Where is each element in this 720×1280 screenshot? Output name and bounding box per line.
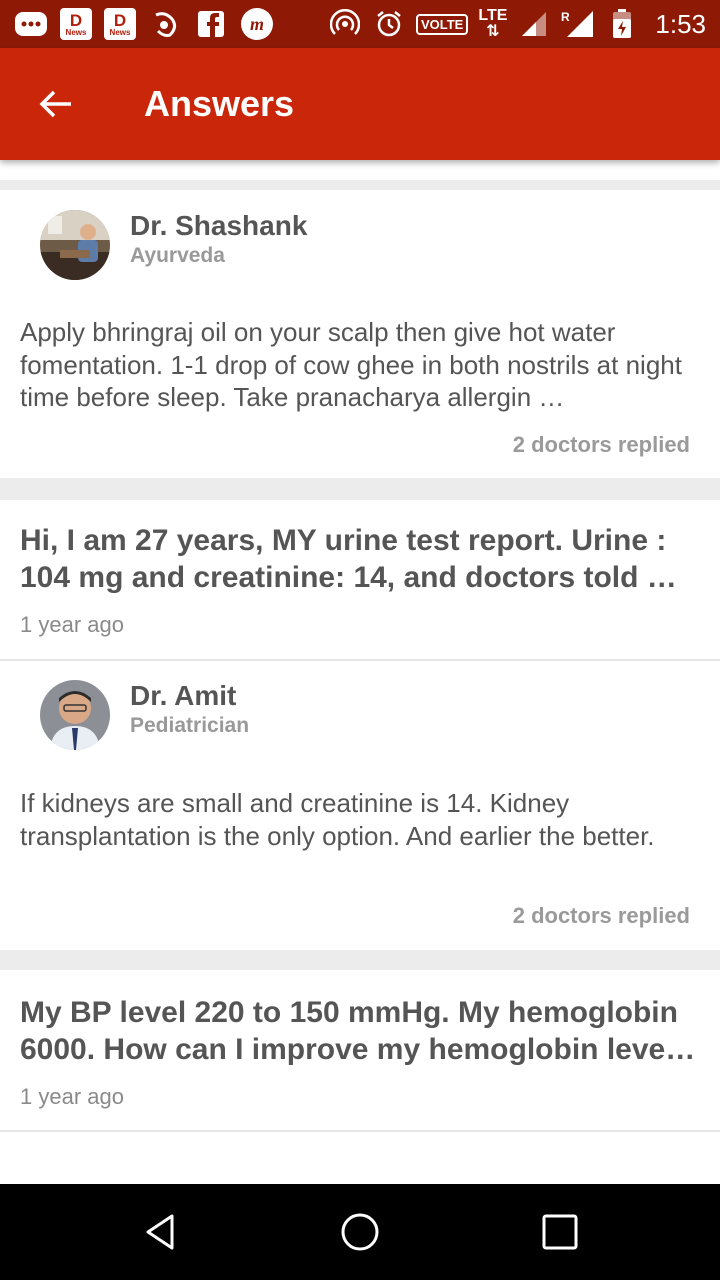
- hotspot-icon: [328, 7, 362, 41]
- messenger-m-icon: m: [240, 7, 274, 41]
- question-time: 1 year ago: [20, 1084, 124, 1109]
- question-card[interactable]: My BP level 220 to 150 mmHg. My hemoglob…: [0, 970, 720, 1184]
- question-card[interactable]: Hi, I am 27 years, MY urine test report.…: [0, 500, 720, 950]
- nav-recents-button[interactable]: [536, 1208, 584, 1256]
- triangle-back-icon: [146, 1214, 174, 1250]
- battery-icon: [605, 7, 639, 41]
- news-app-icon-2: D News: [104, 8, 136, 40]
- svg-text:m: m: [250, 14, 264, 34]
- doctor-name: Dr. Amit: [130, 680, 237, 711]
- answer-card[interactable]: Dr. Shashank Ayurveda Apply bhringraj oi…: [0, 190, 720, 478]
- volte-badge: VOLTE: [415, 13, 469, 35]
- uc-browser-icon: [148, 7, 182, 41]
- doctor-name: Dr. Shashank: [130, 210, 308, 241]
- lte-indicator: LTE ⇅: [478, 7, 508, 40]
- divider: [0, 659, 720, 661]
- app-bar: Answers: [0, 48, 720, 160]
- doctor-avatar: [40, 210, 110, 280]
- doctors-replied-count: 2 doctors replied: [512, 903, 690, 928]
- question-text[interactable]: Hi, I am 27 years, MY urine test report.…: [20, 522, 700, 596]
- doctor-avatar: [40, 680, 110, 750]
- clock: 1:53: [655, 8, 706, 39]
- divider: [0, 1130, 720, 1132]
- facebook-icon: [194, 7, 228, 41]
- doctor-specialty: Ayurveda: [130, 244, 225, 267]
- messages-icon: [14, 7, 48, 41]
- nav-home-button[interactable]: [336, 1208, 384, 1256]
- signal-icon: [517, 7, 551, 41]
- question-time: 1 year ago: [20, 612, 124, 637]
- nav-back-button[interactable]: [136, 1208, 184, 1256]
- page-title: Answers: [144, 83, 295, 124]
- answer-text: If kidneys are small and creatinine is 1…: [20, 788, 655, 851]
- alarm-icon: [372, 7, 406, 41]
- answer-text: Apply bhringraj oil on your scalp then g…: [20, 317, 682, 412]
- doctor-row[interactable]: Dr. Shashank Ayurveda: [40, 210, 307, 280]
- svg-text:R: R: [561, 10, 570, 24]
- news-app-icon: D News: [60, 8, 92, 40]
- doctors-replied-count: 2 doctors replied: [512, 432, 690, 457]
- square-recents-icon: [542, 1214, 578, 1250]
- question-text[interactable]: My BP level 220 to 150 mmHg. My hemoglob…: [20, 994, 700, 1068]
- arrow-left-icon: [39, 90, 71, 118]
- circle-home-icon: [341, 1213, 379, 1251]
- navigation-bar: [0, 1184, 720, 1280]
- doctor-row[interactable]: Dr. Amit Pediatrician: [40, 680, 249, 750]
- doctor-specialty: Pediatrician: [130, 714, 250, 737]
- previous-card-bottom: [0, 160, 720, 180]
- answers-list[interactable]: Dr. Shashank Ayurveda Apply bhringraj oi…: [0, 160, 720, 1184]
- roaming-signal-icon: R: [561, 7, 595, 41]
- status-bar: D News D News m VOLTE LTE ⇅ R 1:53: [0, 0, 720, 48]
- back-button[interactable]: [36, 84, 76, 124]
